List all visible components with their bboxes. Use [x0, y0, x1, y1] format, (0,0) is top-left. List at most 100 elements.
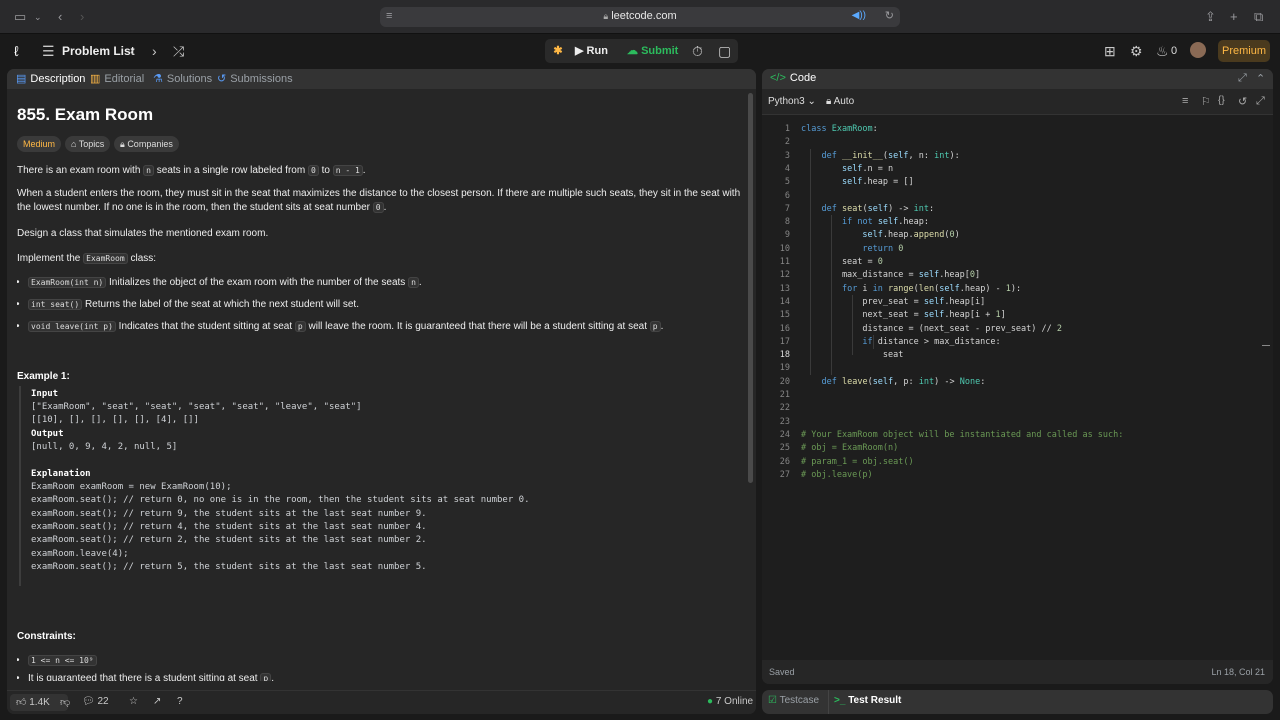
tag-icon: ⌂ [71, 139, 77, 149]
debug-icon[interactable]: ✱ [549, 39, 567, 63]
address-bar[interactable]: ≡ 🔒︎ leetcode.com ◀)) ↻ [380, 7, 900, 27]
code-line[interactable]: 14 prev_seat = self.heap[i] [762, 296, 1273, 309]
tab-testcase[interactable]: ☑ Testcase [768, 695, 819, 706]
code-line[interactable]: 26 # param_1 = obj.seat() [762, 456, 1273, 469]
code-line[interactable]: 18 seat [762, 349, 1273, 362]
companies-chip[interactable]: 🔒︎ Companies [114, 136, 179, 152]
code-text: next_seat = self.heap[i + 1] [801, 310, 1006, 321]
like-button[interactable]: 👍︎ 1.4K [16, 696, 50, 708]
favorite-star-icon[interactable]: ☆ [129, 696, 138, 707]
tab-submissions[interactable]: ↺ Submissions [217, 72, 293, 85]
avatar[interactable] [1190, 42, 1206, 58]
run-button[interactable]: ▶ Run [575, 39, 608, 63]
code-line[interactable]: 4 self.n = n [762, 163, 1273, 176]
code-line[interactable]: 24 # Your ExamRoom object will be instant… [762, 429, 1273, 442]
code-line[interactable]: 23 [762, 416, 1273, 429]
code-line[interactable]: 5 self.heap = [] [762, 176, 1273, 189]
history-icon: ↺ [217, 73, 227, 85]
streak-flame-icon[interactable]: ♨ [1156, 43, 1169, 59]
premium-button[interactable]: Premium [1218, 40, 1270, 62]
chevron-down-icon[interactable]: ⌄ [34, 9, 42, 25]
problem-title: 855. Exam Room [17, 105, 154, 124]
test-result-label: Test Result [848, 695, 902, 706]
tab-solutions[interactable]: ⚗ Solutions [153, 72, 212, 85]
audio-icon[interactable]: ◀)) [852, 10, 866, 21]
topics-chip[interactable]: ⌂ Topics [65, 136, 111, 152]
back-icon[interactable]: ‹ [58, 9, 62, 25]
tab-test-result[interactable]: >_ Test Result [834, 695, 901, 706]
share-icon[interactable]: ⇪ [1205, 9, 1216, 25]
code-line[interactable]: 25 # obj = ExamRoom(n) [762, 442, 1273, 455]
code-line[interactable]: 27 # obj.leave(p) [762, 469, 1273, 482]
inline-code: 0 [372, 202, 384, 213]
code-line[interactable]: 2 [762, 136, 1273, 149]
code-line[interactable]: 16 distance = (next_seat - prev_seat) //… [762, 323, 1273, 336]
language-select[interactable]: Python3 ⌄ [768, 96, 816, 107]
problem-list-icon[interactable]: ☰ [42, 43, 55, 59]
forward-icon[interactable]: › [80, 9, 84, 25]
reload-icon[interactable]: ↻ [885, 9, 894, 22]
braces-icon[interactable]: {} [1218, 95, 1225, 106]
layout-icon[interactable]: ⊞ [1104, 43, 1116, 59]
code-line[interactable]: 17 if distance > max_distance: [762, 336, 1273, 349]
previous-problem-icon[interactable]: ‹ [130, 43, 135, 59]
reset-icon[interactable]: ↺ [1238, 95, 1247, 108]
code-line[interactable]: 7 def seat(self) -> int: [762, 203, 1273, 216]
code-line[interactable]: 3 def __init__(self, n: int): [762, 150, 1273, 163]
tab-editorial[interactable]: ▥ Editorial [90, 72, 144, 85]
description-paragraph-1: There is an exam room with n seats in a … [17, 164, 366, 177]
comments-button[interactable]: 💬︎ 22 [82, 696, 109, 707]
code-line[interactable]: 21 [762, 389, 1273, 402]
code-line[interactable]: 8 if not self.heap: [762, 216, 1273, 229]
code-line[interactable]: 22 [762, 402, 1273, 415]
code-line[interactable]: 11 seat = 0 [762, 256, 1273, 269]
description-scrollbar[interactable] [748, 93, 753, 483]
tab-description[interactable]: ▤ Description [16, 72, 85, 85]
problem-list-link[interactable]: Problem List [62, 44, 135, 58]
inline-code: n - 1 [332, 165, 363, 176]
code-line[interactable]: 19 [762, 362, 1273, 375]
shuffle-icon[interactable]: ⤮ [173, 43, 184, 59]
help-icon[interactable]: ? [177, 696, 183, 707]
new-tab-icon[interactable]: + [1230, 9, 1238, 25]
submit-button[interactable]: ☁ Submit [627, 39, 678, 63]
code-line[interactable]: 9 self.heap.append(0) [762, 229, 1273, 242]
code-line[interactable]: 6 [762, 190, 1273, 203]
fullscreen-icon[interactable]: ⤢ [1256, 95, 1265, 108]
inline-code: 0 [307, 165, 319, 176]
auto-mode-toggle[interactable]: 🔒︎ Auto [826, 96, 854, 107]
constraints-title: Constraints: [17, 631, 76, 642]
settings-gear-icon[interactable]: ⚙ [1130, 43, 1143, 59]
example-line: examRoom.seat(); // return 4, the studen… [31, 522, 427, 532]
example-line: Input [31, 389, 59, 399]
line-number: 1 [784, 124, 790, 134]
sidebar-toggle-icon[interactable]: ▭ [14, 9, 26, 25]
code-line[interactable]: 15 next_seat = self.heap[i + 1] [762, 309, 1273, 322]
code-line[interactable]: 20 def leave(self, p: int) -> None: [762, 376, 1273, 389]
text-line: the lowest number. If no one is in the r… [17, 201, 740, 214]
collapse-icon[interactable]: ⌃ [1256, 72, 1265, 85]
format-icon[interactable]: ≡ [1182, 95, 1188, 107]
tabs-overview-icon[interactable]: ⧉ [1254, 9, 1263, 25]
tab-code[interactable]: </> Code [770, 72, 816, 84]
bookmark-icon[interactable]: ⚐ [1201, 95, 1211, 108]
description-paragraph-3: Design a class that simulates the mentio… [17, 228, 269, 239]
inline-code: ExamRoom [83, 253, 128, 264]
leetcode-logo-icon[interactable]: ℓ [14, 43, 19, 59]
share-link-icon[interactable]: ↗ [153, 696, 161, 707]
list-item: int seat() Returns the label of the seat… [17, 299, 359, 310]
dislike-button[interactable]: 👎︎ [60, 696, 70, 708]
code-line[interactable]: 12 max_distance = self.heap[0] [762, 269, 1273, 282]
maximize-icon[interactable]: ⤢ [1238, 72, 1247, 85]
difficulty-badge[interactable]: Medium [17, 136, 62, 152]
next-problem-icon[interactable]: › [152, 43, 157, 59]
code-line[interactable]: 1 class ExamRoom: [762, 123, 1273, 136]
line-number: 5 [784, 177, 790, 188]
code-line[interactable]: 10 return 0 [762, 243, 1273, 256]
code-line[interactable]: 13 for i in range(len(self.heap) - 1): [762, 283, 1273, 296]
code-editor[interactable]: 1 class ExamRoom: 2 3 def __init__(self, n:… [762, 115, 1273, 660]
text-span: will leave the room. It is guaranteed th… [305, 321, 650, 332]
notes-icon[interactable]: ▢ [718, 43, 731, 59]
line-number: 9 [784, 230, 790, 241]
timer-icon[interactable]: ⏱ [692, 43, 703, 59]
